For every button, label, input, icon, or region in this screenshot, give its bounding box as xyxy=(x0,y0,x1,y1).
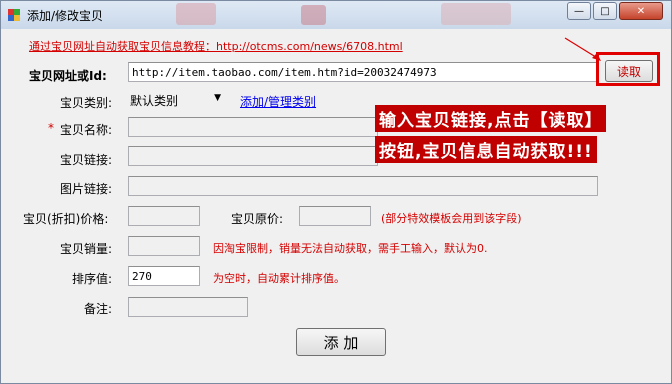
note-label: 备注: xyxy=(84,302,113,316)
dialog-window: 添加/修改宝贝 — □ ✕ 通过宝贝网址自动获取宝贝信息教程：http://ot… xyxy=(0,0,672,384)
sort-input[interactable] xyxy=(129,267,199,285)
minimize-icon: — xyxy=(574,5,584,17)
add-button[interactable]: 添 加 xyxy=(296,328,386,356)
chevron-down-icon: ▼ xyxy=(214,93,221,103)
add-button-label: 添 加 xyxy=(323,333,359,352)
url-input[interactable] xyxy=(129,63,597,81)
url-label: 宝贝网址或Id: xyxy=(29,69,107,83)
close-button[interactable]: ✕ xyxy=(619,2,663,20)
category-label: 宝贝类别: xyxy=(60,96,113,110)
sales-field[interactable] xyxy=(128,236,200,256)
read-button[interactable]: 读取 xyxy=(605,60,653,82)
background-decoration xyxy=(441,3,511,25)
image-label: 图片链接: xyxy=(60,182,113,196)
manage-category-link[interactable]: 添加/管理类别 xyxy=(240,93,316,110)
original-price-field[interactable] xyxy=(299,206,371,226)
close-icon: ✕ xyxy=(636,5,646,17)
required-marker: * xyxy=(48,121,54,135)
name-field[interactable] xyxy=(128,117,378,137)
maximize-button[interactable]: □ xyxy=(593,2,617,20)
window-title: 添加/修改宝贝 xyxy=(27,9,104,23)
name-label: 宝贝名称: xyxy=(60,123,113,137)
item-link-field[interactable] xyxy=(128,146,378,166)
form-area: 通过宝贝网址自动获取宝贝信息教程：http://otcms.com/news/6… xyxy=(1,29,671,383)
background-decoration xyxy=(301,5,326,25)
original-price-hint: (部分特效模板会用到该字段) xyxy=(381,212,522,225)
original-price-label: 宝贝原价: xyxy=(231,212,284,226)
sales-label: 宝贝销量: xyxy=(60,242,113,256)
title-bar[interactable]: 添加/修改宝贝 — □ ✕ xyxy=(1,1,671,29)
app-icon xyxy=(7,8,21,22)
link-label: 宝贝链接: xyxy=(60,153,113,167)
category-select[interactable]: 默认类别 ▼ xyxy=(128,90,223,109)
tutorial-link[interactable]: 通过宝贝网址自动获取宝贝信息教程：http://otcms.com/news/6… xyxy=(29,38,403,54)
image-link-field[interactable] xyxy=(128,176,598,196)
sort-label: 排序值: xyxy=(72,272,113,286)
read-button-label: 读取 xyxy=(616,64,641,79)
category-selected-value: 默认类别 xyxy=(130,94,179,108)
price-field[interactable] xyxy=(128,206,200,226)
annotation-line-2: 按钮,宝贝信息自动获取!!! xyxy=(375,136,597,163)
price-label: 宝贝(折扣)价格: xyxy=(23,212,109,226)
annotation-line-1: 输入宝贝链接,点击【读取】 xyxy=(375,105,607,132)
url-field[interactable] xyxy=(128,62,598,82)
sales-hint: 因淘宝限制，销量无法自动获取，需手工输入，默认为0. xyxy=(213,242,488,255)
maximize-icon: □ xyxy=(600,5,610,17)
sort-field[interactable] xyxy=(128,266,200,286)
background-decoration xyxy=(176,3,216,25)
minimize-button[interactable]: — xyxy=(567,2,591,20)
sort-hint: 为空时，自动累计排序值。 xyxy=(213,272,345,285)
note-field[interactable] xyxy=(128,297,248,317)
